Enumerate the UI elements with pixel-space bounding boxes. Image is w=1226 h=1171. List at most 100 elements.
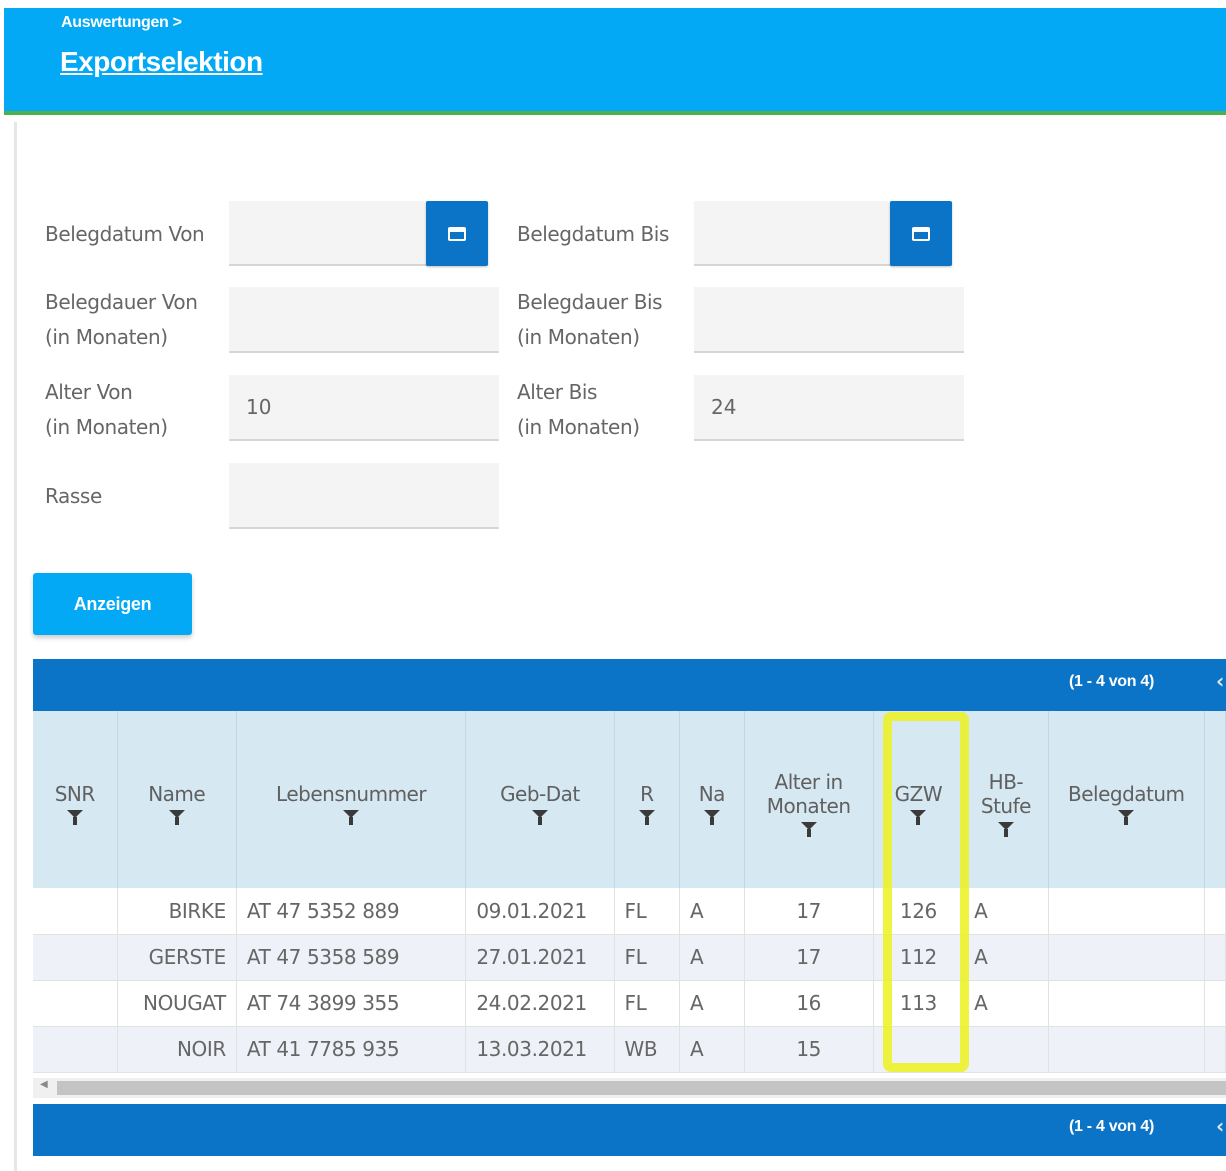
- anzeigen-button[interactable]: Anzeigen: [33, 573, 192, 635]
- table-row[interactable]: GERSTE AT 47 5358 589 27.01.2021 FL A 17…: [33, 934, 1226, 981]
- rasse-input[interactable]: [229, 463, 499, 529]
- cell-r: FL: [614, 980, 681, 1027]
- alter-bis-label-line2: (in Monaten): [517, 415, 640, 439]
- cell-r: FL: [614, 888, 681, 935]
- belegdatum-von-label: Belegdatum Von: [45, 222, 205, 246]
- column-header-belegdatum[interactable]: Belegdatum: [1048, 711, 1205, 888]
- cell-alter: 17: [744, 888, 874, 935]
- alter-von-label: Alter Von (in Monaten): [45, 375, 168, 445]
- scrollbar-thumb[interactable]: [57, 1081, 1226, 1095]
- column-header-name[interactable]: Name: [117, 711, 237, 888]
- column-header-r[interactable]: R: [614, 711, 681, 888]
- belegdatum-bis-input[interactable]: [694, 201, 891, 266]
- table-row[interactable]: BIRKE AT 47 5352 889 09.01.2021 FL A 17 …: [33, 888, 1226, 935]
- alter-von-input[interactable]: 10: [229, 375, 499, 441]
- table-bottom-pager-bar: (1 - 4 von 4) ‹: [33, 1104, 1226, 1156]
- belegdauer-von-label: Belegdauer Von (in Monaten): [45, 285, 198, 355]
- belegdauer-bis-label-line2: (in Monaten): [517, 325, 640, 349]
- cell-overflow: [1204, 1026, 1226, 1073]
- belegdauer-bis-input[interactable]: [694, 287, 964, 353]
- chevron-left-icon[interactable]: ‹: [1216, 669, 1224, 693]
- page-title[interactable]: Exportselektion: [60, 46, 263, 78]
- belegdatum-von-calendar-button[interactable]: [426, 201, 488, 266]
- cell-snr: [33, 1026, 118, 1073]
- cell-name: NOIR: [117, 1026, 237, 1073]
- belegdatum-bis-label: Belegdatum Bis: [517, 222, 669, 246]
- column-header-label-line1: HB-: [988, 769, 1024, 794]
- filter-icon[interactable]: [168, 809, 185, 825]
- belegdatum-bis-calendar-button[interactable]: [890, 201, 952, 266]
- filter-icon[interactable]: [66, 809, 83, 825]
- column-header-label: GZW: [894, 781, 943, 806]
- column-header-label: Geb-Dat: [500, 781, 580, 806]
- column-header-label-line2: Stufe: [980, 793, 1032, 818]
- filter-icon[interactable]: [638, 809, 655, 825]
- column-header-na[interactable]: Na: [679, 711, 745, 888]
- cell-lebensnummer-link[interactable]: AT 47 5358 589: [236, 934, 467, 981]
- column-header-alter[interactable]: Alter in Monaten: [744, 711, 874, 888]
- breadcrumb[interactable]: Auswertungen >: [61, 14, 182, 32]
- belegdauer-von-label-line2: (in Monaten): [45, 325, 168, 349]
- cell-gzw: 112: [873, 934, 965, 981]
- belegdatum-von-input[interactable]: [229, 201, 427, 266]
- cell-belegdatum: [1048, 1026, 1205, 1073]
- column-header-gzw[interactable]: GZW: [873, 711, 965, 888]
- cell-geb-dat: 27.01.2021: [465, 934, 615, 981]
- cell-lebensnummer-link[interactable]: AT 74 3899 355: [236, 980, 467, 1027]
- calendar-icon: [448, 226, 466, 241]
- belegdauer-bis-label-line1: Belegdauer Bis: [517, 290, 663, 314]
- cell-alter: 15: [744, 1026, 874, 1073]
- cell-snr: [33, 888, 118, 935]
- horizontal-scrollbar[interactable]: ◀: [33, 1078, 1226, 1098]
- cell-hb-stufe: A: [963, 934, 1049, 981]
- filter-icon[interactable]: [997, 821, 1014, 837]
- cell-na: A: [679, 888, 745, 935]
- cell-snr: [33, 980, 118, 1027]
- cell-name: GERSTE: [117, 934, 237, 981]
- pager-info: (1 - 4 von 4): [1069, 673, 1155, 690]
- filter-icon[interactable]: [343, 809, 360, 825]
- filter-icon[interactable]: [800, 821, 817, 837]
- belegdauer-von-label-line1: Belegdauer Von: [45, 290, 198, 314]
- filter-icon[interactable]: [531, 809, 548, 825]
- column-header-geb-dat[interactable]: Geb-Dat: [465, 711, 615, 888]
- belegdauer-von-input[interactable]: [229, 287, 499, 353]
- cell-lebensnummer-link[interactable]: AT 41 7785 935: [236, 1026, 467, 1073]
- table-row[interactable]: NOIR AT 41 7785 935 13.03.2021 WB A 15: [33, 1026, 1226, 1073]
- app-header: Auswertungen > Exportselektion: [4, 8, 1226, 115]
- column-header-lebensnummer[interactable]: Lebensnummer: [236, 711, 467, 888]
- column-header-label: Belegdatum: [1068, 781, 1185, 806]
- cell-geb-dat: 09.01.2021: [465, 888, 615, 935]
- alter-bis-input[interactable]: 24: [694, 375, 964, 441]
- cell-na: A: [679, 934, 745, 981]
- scroll-left-icon[interactable]: ◀: [40, 1079, 48, 1090]
- column-header-snr[interactable]: SNR: [33, 711, 118, 888]
- table-header-row: SNR Name Lebensnummer Geb-Dat R Na Alter…: [33, 711, 1226, 888]
- column-header-label: R: [640, 781, 654, 806]
- cell-hb-stufe: A: [963, 888, 1049, 935]
- results-table: SNR Name Lebensnummer Geb-Dat R Na Alter…: [33, 711, 1226, 1073]
- table-row[interactable]: NOUGAT AT 74 3899 355 24.02.2021 FL A 16…: [33, 980, 1226, 1027]
- cell-geb-dat: 13.03.2021: [465, 1026, 615, 1073]
- cell-na: A: [679, 1026, 745, 1073]
- chevron-left-icon[interactable]: ‹: [1216, 1114, 1224, 1138]
- pager-info: (1 - 4 von 4): [1069, 1118, 1155, 1135]
- cell-overflow: [1204, 980, 1226, 1027]
- cell-hb-stufe: A: [963, 980, 1049, 1027]
- column-header-hb-stufe[interactable]: HB- Stufe: [963, 711, 1049, 888]
- cell-gzw: [873, 1026, 965, 1073]
- rasse-label: Rasse: [45, 484, 102, 508]
- cell-gzw: 113: [873, 980, 965, 1027]
- content-left-border: [14, 122, 17, 1171]
- cell-belegdatum: [1048, 934, 1205, 981]
- column-header-label: Lebensnummer: [276, 781, 427, 806]
- filter-icon[interactable]: [703, 809, 720, 825]
- cell-alter: 17: [744, 934, 874, 981]
- filter-icon[interactable]: [910, 809, 927, 825]
- cell-na: A: [679, 980, 745, 1027]
- table-top-pager-bar: (1 - 4 von 4) ‹: [33, 659, 1226, 711]
- filter-icon[interactable]: [1118, 809, 1135, 825]
- alter-bis-label: Alter Bis (in Monaten): [517, 375, 640, 445]
- cell-lebensnummer-link[interactable]: AT 47 5352 889: [236, 888, 467, 935]
- cell-name: BIRKE: [117, 888, 237, 935]
